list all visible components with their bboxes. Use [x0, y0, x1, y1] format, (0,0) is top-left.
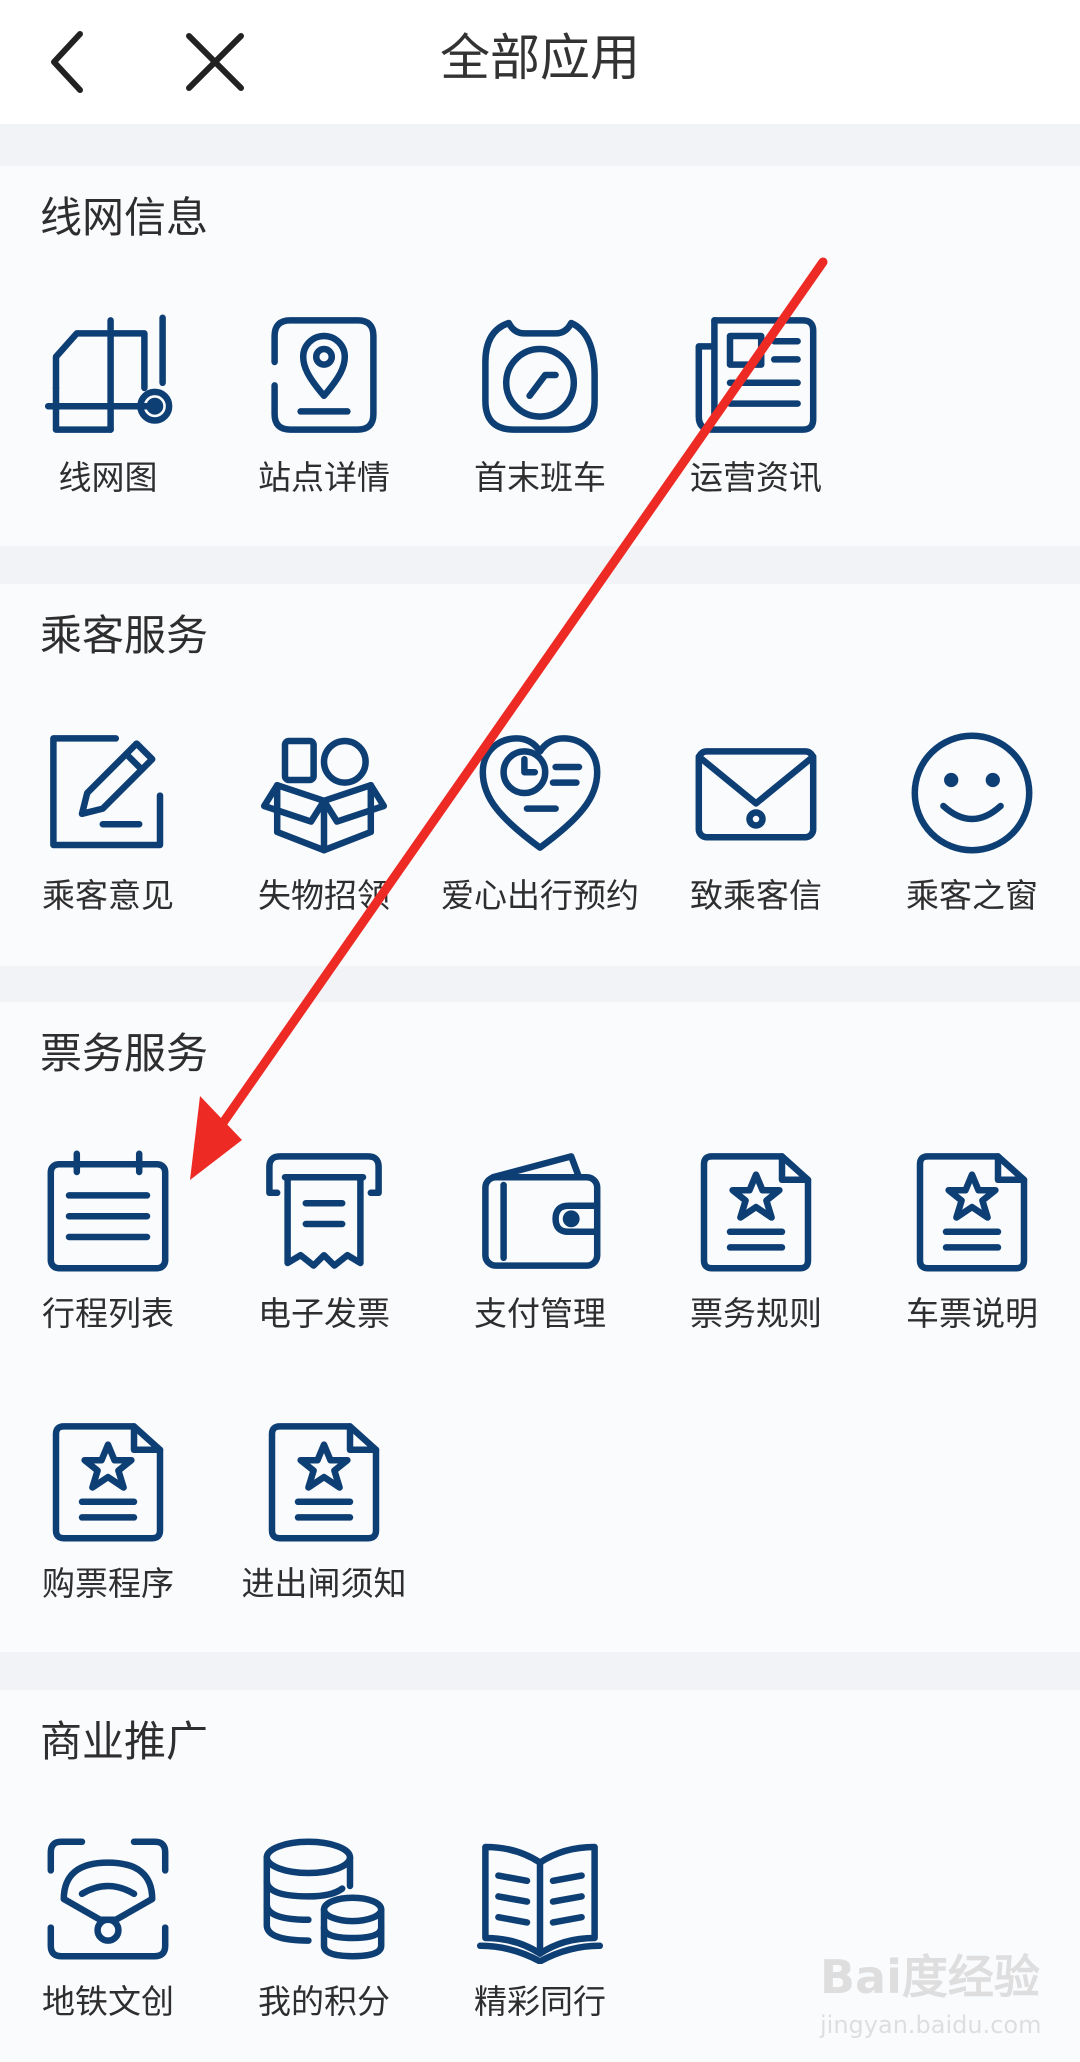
network-map-icon: [43, 310, 173, 440]
clock-icon: [475, 310, 605, 440]
fan-icon: [43, 1834, 173, 1964]
app-tile-operations-news[interactable]: 运营资讯: [648, 296, 864, 516]
section-title: 票务服务: [40, 1029, 209, 1078]
app-tile-ticket-purchase-procedure[interactable]: 购票程序: [0, 1402, 216, 1622]
app-tile-metro-creative[interactable]: 地铁文创: [0, 1820, 216, 2040]
watermark-logo-text: Bai度经验: [820, 1950, 1040, 2004]
star-document-icon: [907, 1146, 1037, 1276]
section-title: 乘客服务: [40, 611, 209, 660]
app-tile-e-invoice[interactable]: 电子发票: [216, 1132, 432, 1352]
app-label: 乘客之窗: [906, 876, 1038, 915]
open-book-icon: [475, 1834, 605, 1964]
app-tile-passenger-feedback[interactable]: 乘客意见: [0, 714, 216, 934]
app-tile-payment-management[interactable]: 支付管理: [432, 1132, 648, 1352]
app-tile-station-details[interactable]: 站点详情: [216, 296, 432, 516]
app-tile-ticket-rules[interactable]: 票务规则: [648, 1132, 864, 1352]
app-label: 精彩同行: [474, 1982, 606, 2021]
section-title: 商业推广: [40, 1717, 209, 1766]
heart-clock-icon: [475, 728, 605, 858]
star-document-icon: [43, 1416, 173, 1546]
app-tile-wonderful-journey[interactable]: 精彩同行: [432, 1820, 648, 2040]
app-tile-gate-notice[interactable]: 进出闸须知: [216, 1402, 432, 1622]
calendar-list-icon: [43, 1146, 173, 1276]
box-icon: [259, 728, 389, 858]
newspaper-icon: [691, 310, 821, 440]
app-label: 车票说明: [906, 1294, 1038, 1333]
app-tile-trip-list[interactable]: 行程列表: [0, 1132, 216, 1352]
watermark-url: jingyan.baidu.com: [820, 2011, 1042, 2039]
app-tile-lost-and-found[interactable]: 失物招领: [216, 714, 432, 934]
app-tile-first-last-train[interactable]: 首末班车: [432, 296, 648, 516]
section-network-info: 线网信息 线网图 站点详情 首末班车 运营资讯: [0, 166, 1080, 546]
app-tile-passenger-window[interactable]: 乘客之窗: [864, 714, 1080, 934]
app-tile-network-map[interactable]: 线网图: [0, 296, 216, 516]
top-bar: 全部应用: [0, 0, 1080, 124]
star-document-icon: [691, 1146, 821, 1276]
page-title: 全部应用: [440, 29, 640, 87]
star-document-icon: [259, 1416, 389, 1546]
app-label: 运营资讯: [690, 458, 822, 497]
app-label: 进出闸须知: [241, 1564, 407, 1603]
app-tile-care-travel-booking[interactable]: 爱心出行预约: [432, 714, 648, 934]
station-pin-icon: [259, 310, 389, 440]
app-tile-ticket-description[interactable]: 车票说明: [864, 1132, 1080, 1352]
watermark: Bai度经验 jingyan.baidu.com: [820, 1948, 1060, 2048]
smiley-icon: [907, 728, 1037, 858]
wallet-icon: [475, 1146, 605, 1276]
envelope-icon: [691, 728, 821, 858]
coins-icon: [259, 1834, 389, 1964]
edit-pencil-icon: [43, 728, 173, 858]
section-passenger-services: 乘客服务 乘客意见 失物招领 爱心出行预约 致乘客信 乘客之窗: [0, 584, 1080, 966]
section-ticket-services: 票务服务 行程列表 电子发票 支付管理 票务规则 车票说明 购票程序 进出闸须知: [0, 1002, 1080, 1652]
section-title: 线网信息: [40, 193, 209, 242]
receipt-icon: [259, 1146, 389, 1276]
app-tile-my-points[interactable]: 我的积分: [216, 1820, 432, 2040]
app-tile-letter-to-passengers[interactable]: 致乘客信: [648, 714, 864, 934]
